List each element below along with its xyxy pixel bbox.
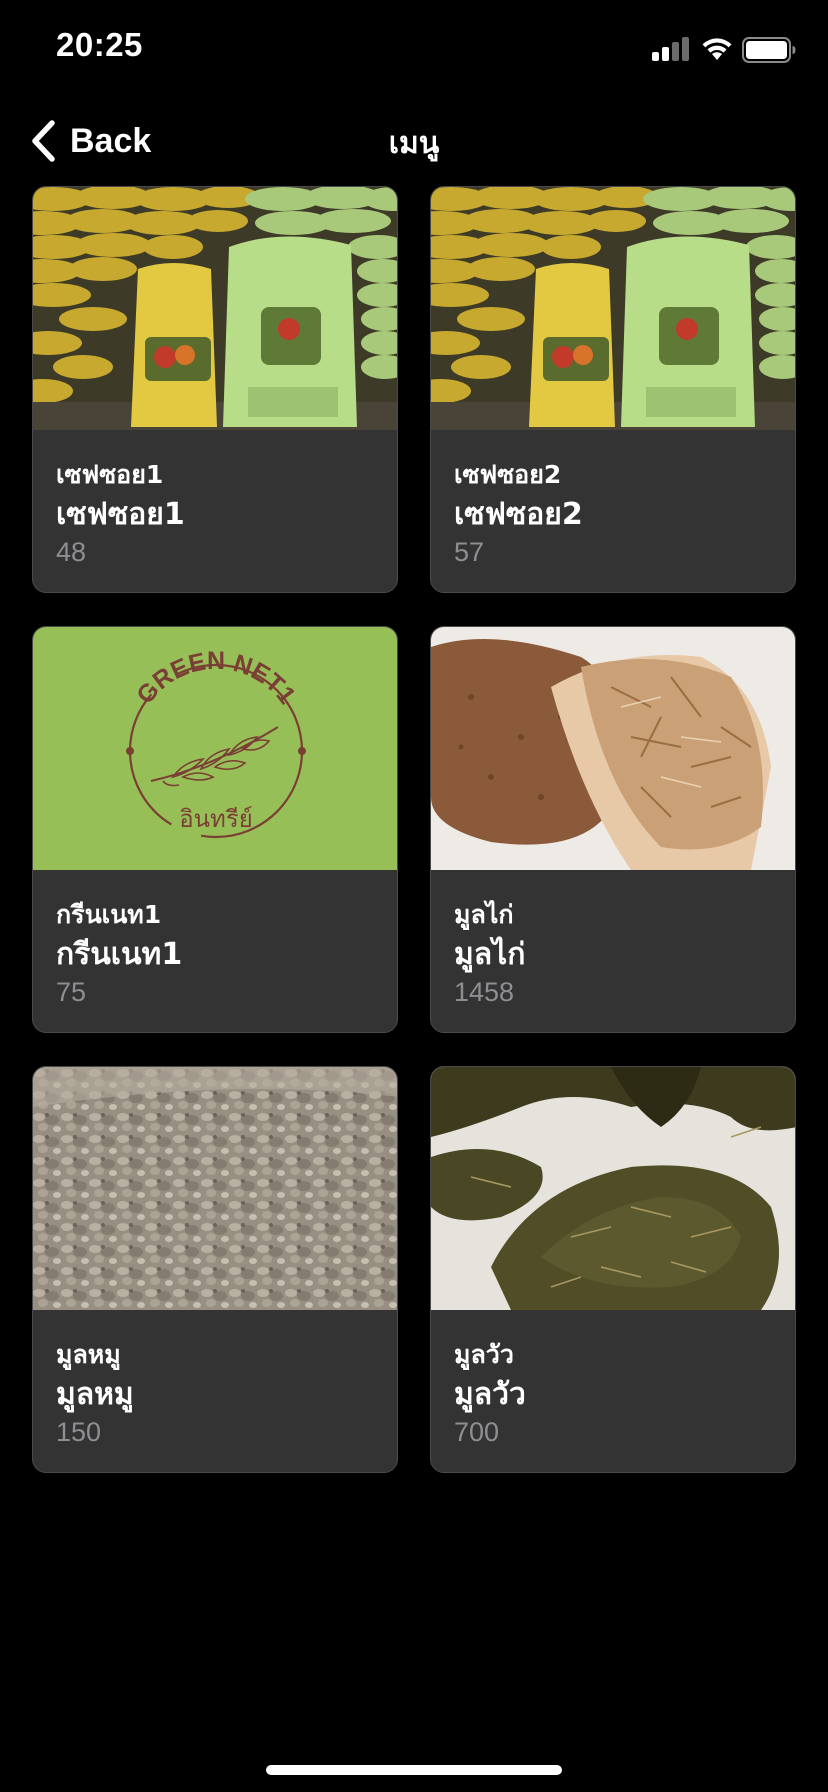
status-bar: 20:25 [0, 0, 828, 100]
fertilizer-bags-image [431, 187, 795, 430]
pig-manure-image [33, 1067, 397, 1310]
card-count: 57 [454, 537, 485, 567]
card-subtitle: มูลหมู [56, 1340, 121, 1369]
card-count: 1458 [454, 977, 515, 1007]
navigation-bar: Back เมนู [0, 100, 828, 182]
signal-icon [652, 37, 690, 61]
battery-icon [742, 37, 796, 63]
card-title: กรีนเนท1 [56, 937, 183, 972]
card-title: มูลไก่ [454, 937, 526, 972]
product-card-cow-manure[interactable]: มูลวัว มูลวัว 700 [430, 1066, 796, 1473]
cow-manure-image [431, 1067, 795, 1310]
product-card-pig-manure[interactable]: มูลหมู มูลหมู 150 [32, 1066, 398, 1473]
page-title: เมนู [388, 126, 440, 161]
home-indicator[interactable] [266, 1765, 562, 1775]
card-count: 700 [454, 1417, 500, 1447]
card-count: 48 [56, 537, 87, 567]
card-count: 150 [56, 1417, 102, 1447]
card-subtitle: กรีนเนท1 [56, 900, 162, 929]
fertilizer-bags-image [33, 187, 397, 430]
product-card-safesoil2[interactable]: เซฟซอย2 เซฟซอย2 57 [430, 186, 796, 593]
card-subtitle: เซฟซอย2 [454, 460, 562, 489]
product-card-safesoil1[interactable]: เซฟซอย1 เซฟซอย1 48 [32, 186, 398, 593]
green-net-logo-image: GREEN NET1 อินทรีย์ [33, 627, 397, 870]
card-title: มูลหมู [56, 1377, 134, 1412]
card-subtitle: เซฟซอย1 [56, 460, 164, 489]
card-subtitle: มูลวัว [454, 1340, 514, 1369]
card-title: เซฟซอย2 [454, 497, 583, 532]
product-card-chicken-manure[interactable]: มูลไก่ มูลไก่ 1458 [430, 626, 796, 1033]
status-time: 20:25 [56, 26, 143, 63]
chicken-manure-image [431, 627, 795, 870]
card-count: 75 [56, 977, 87, 1007]
card-subtitle: มูลไก่ [454, 900, 514, 929]
product-card-greennet1[interactable]: GREEN NET1 อินทรีย์ กรีนเนท1 กรีนเนท1 75 [32, 626, 398, 1033]
wifi-icon [700, 34, 734, 62]
card-title: มูลวัว [454, 1377, 526, 1412]
logo-bottom-text: อินทรีย์ [179, 805, 253, 833]
card-title: เซฟซอย1 [56, 497, 185, 532]
